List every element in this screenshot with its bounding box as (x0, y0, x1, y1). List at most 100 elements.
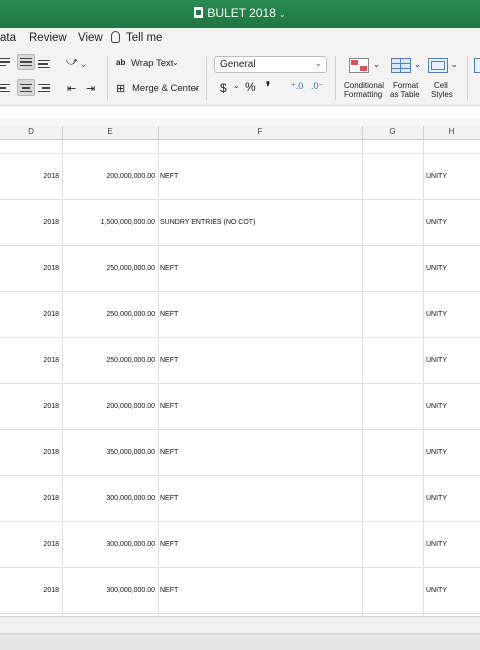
table-row[interactable]: 2018 250,000,000.00 NEFT UNITY (0, 292, 480, 338)
percent-format-button[interactable]: % (245, 80, 256, 94)
cell-description[interactable]: SUNDRY ENTRIES (NO COT) (160, 219, 360, 226)
currency-format-button[interactable]: $ (220, 81, 227, 95)
table-row[interactable]: 2018 300,000,000.00 NEFT UNITY (0, 476, 480, 522)
cell-description[interactable]: NEFT (160, 587, 360, 594)
cell-amount[interactable]: 350,000,000.00 (62, 449, 157, 456)
format-as-table-label-1[interactable]: Format (393, 81, 418, 90)
cell-amount[interactable]: 250,000,000.00 (62, 311, 157, 318)
cell-description[interactable]: NEFT (160, 357, 360, 364)
align-top-icon[interactable] (0, 56, 12, 68)
cell-styles-label-2[interactable]: Styles (431, 90, 453, 99)
align-bottom-icon[interactable] (38, 58, 52, 70)
cell-bank[interactable]: UNITY (426, 173, 480, 180)
cell-bank[interactable]: UNITY (426, 587, 480, 594)
cell-amount[interactable]: 250,000,000.00 (62, 265, 157, 272)
tell-me-search[interactable]: Tell me (126, 32, 162, 44)
cell-amount[interactable]: 300,000,000.00 (62, 587, 157, 594)
cell-amount[interactable]: 200,000,000.00 (62, 403, 157, 410)
conditional-formatting-icon[interactable] (349, 58, 369, 73)
cell-bank[interactable]: UNITY (426, 541, 480, 548)
cell-amount[interactable]: 300,000,000.00 (62, 495, 157, 502)
cell-year[interactable]: 2018 (0, 403, 61, 410)
cell-year[interactable]: 2018 (0, 495, 61, 502)
table-row-partial[interactable] (0, 140, 480, 154)
cell-bank[interactable]: UNITY (426, 219, 480, 226)
chevron-down-icon[interactable]: ⌄ (414, 60, 421, 69)
comma-style-button[interactable]: ❜ (266, 79, 270, 95)
cell-year[interactable]: 2018 (0, 587, 61, 594)
table-row[interactable]: 2018 1,500,000,000.00 SUNDRY ENTRIES (NO C… (0, 200, 480, 246)
chevron-down-icon[interactable]: ⌄ (193, 83, 200, 92)
decrease-indent-icon[interactable]: ⇤ (67, 82, 76, 95)
column-header-e[interactable]: E (62, 127, 158, 136)
cell-amount[interactable]: 200,000,000.00 (62, 173, 157, 180)
chevron-down-icon[interactable]: ⌄ (172, 58, 179, 67)
tab-data[interactable]: ata (0, 32, 16, 44)
conditional-formatting-label-2[interactable]: Formatting (344, 90, 382, 99)
chevron-down-icon[interactable]: ⌄ (279, 10, 286, 19)
status-bar (0, 633, 480, 650)
align-center-button[interactable] (17, 79, 35, 96)
format-as-table-icon[interactable] (391, 58, 411, 73)
merge-center-button[interactable]: Merge & Center (132, 83, 199, 94)
cell-description[interactable]: NEFT (160, 311, 360, 318)
cell-bank[interactable]: UNITY (426, 357, 480, 364)
cell-bank[interactable]: UNITY (426, 495, 480, 502)
cell-amount[interactable]: 300,000,000.00 (62, 541, 157, 548)
chevron-down-icon[interactable]: ⌄ (233, 81, 240, 90)
align-right-icon[interactable] (38, 82, 52, 94)
cell-bank[interactable]: UNITY (426, 403, 480, 410)
column-header-f[interactable]: F (158, 127, 362, 136)
tab-review[interactable]: Review (29, 32, 67, 44)
decrease-decimal-icon[interactable]: .0⁻ (311, 81, 323, 92)
table-row[interactable]: 2018 250,000,000.00 NEFT UNITY (0, 338, 480, 384)
wrap-text-button[interactable]: Wrap Text (131, 58, 173, 69)
cell-bank[interactable]: UNITY (426, 265, 480, 272)
cell-description[interactable]: NEFT (160, 541, 360, 548)
increase-indent-icon[interactable]: ⇥ (86, 82, 95, 95)
align-middle-button[interactable] (17, 54, 35, 70)
cell-description[interactable]: NEFT (160, 265, 360, 272)
cell-description[interactable]: NEFT (160, 403, 360, 410)
column-header-d[interactable]: D (0, 127, 62, 136)
column-header-h[interactable]: H (423, 127, 480, 136)
increase-decimal-icon[interactable]: ⁺.0 (291, 81, 303, 92)
cell-styles-icon[interactable] (428, 58, 448, 73)
cell-year[interactable]: 2018 (0, 357, 61, 364)
table-row[interactable]: 2018 200,000,000.00 NEFT UNITY (0, 384, 480, 430)
cell-year[interactable]: 2018 (0, 449, 61, 456)
cell-description[interactable]: NEFT (160, 449, 360, 456)
cell-year[interactable]: 2018 (0, 541, 61, 548)
chevron-down-icon[interactable]: ⌄ (373, 60, 380, 69)
tab-view[interactable]: View (78, 32, 103, 44)
format-as-table-label-2[interactable]: as Table (390, 90, 420, 99)
cell-bank[interactable]: UNITY (426, 449, 480, 456)
cell-styles-label-1[interactable]: Cell (434, 81, 448, 90)
column-header-g[interactable]: G (362, 127, 423, 136)
cell-description[interactable]: NEFT (160, 173, 360, 180)
cell-amount[interactable]: 250,000,000.00 (62, 357, 157, 364)
column-headers: D E F G H (0, 126, 480, 140)
number-format-select[interactable]: General ⌄ (214, 56, 327, 73)
ribbon-separator (107, 56, 108, 100)
cell-description[interactable]: NEFT (160, 495, 360, 502)
formula-gap (0, 118, 480, 126)
align-left-icon[interactable] (0, 82, 12, 94)
lightbulb-icon (111, 31, 120, 43)
chevron-down-icon[interactable]: ⌄ (451, 60, 458, 69)
cell-bank[interactable]: UNITY (426, 311, 480, 318)
table-row[interactable]: 2018 200,000,000.00 NEFT UNITY (0, 154, 480, 200)
cell-year[interactable]: 2018 (0, 311, 61, 318)
conditional-formatting-label-1[interactable]: Conditional (344, 81, 384, 90)
table-row[interactable]: 2018 300,000,000.00 NEFT UNITY (0, 568, 480, 614)
cell-amount[interactable]: 1,500,000,000.00 (62, 219, 157, 226)
table-row[interactable]: 2018 250,000,000.00 NEFT UNITY (0, 246, 480, 292)
insert-cells-icon[interactable] (474, 58, 480, 73)
cell-year[interactable]: 2018 (0, 265, 61, 272)
cell-year[interactable]: 2018 (0, 173, 61, 180)
orientation-icon[interactable]: ⤻ ⌄ (66, 56, 86, 69)
table-row[interactable]: 2018 350,000,000.00 NEFT UNITY (0, 430, 480, 476)
spreadsheet-grid[interactable]: 2018 200,000,000.00 NEFT UNITY 2018 1,500,000… (0, 140, 480, 616)
table-row[interactable]: 2018 300,000,000.00 NEFT UNITY (0, 522, 480, 568)
cell-year[interactable]: 2018 (0, 219, 61, 226)
